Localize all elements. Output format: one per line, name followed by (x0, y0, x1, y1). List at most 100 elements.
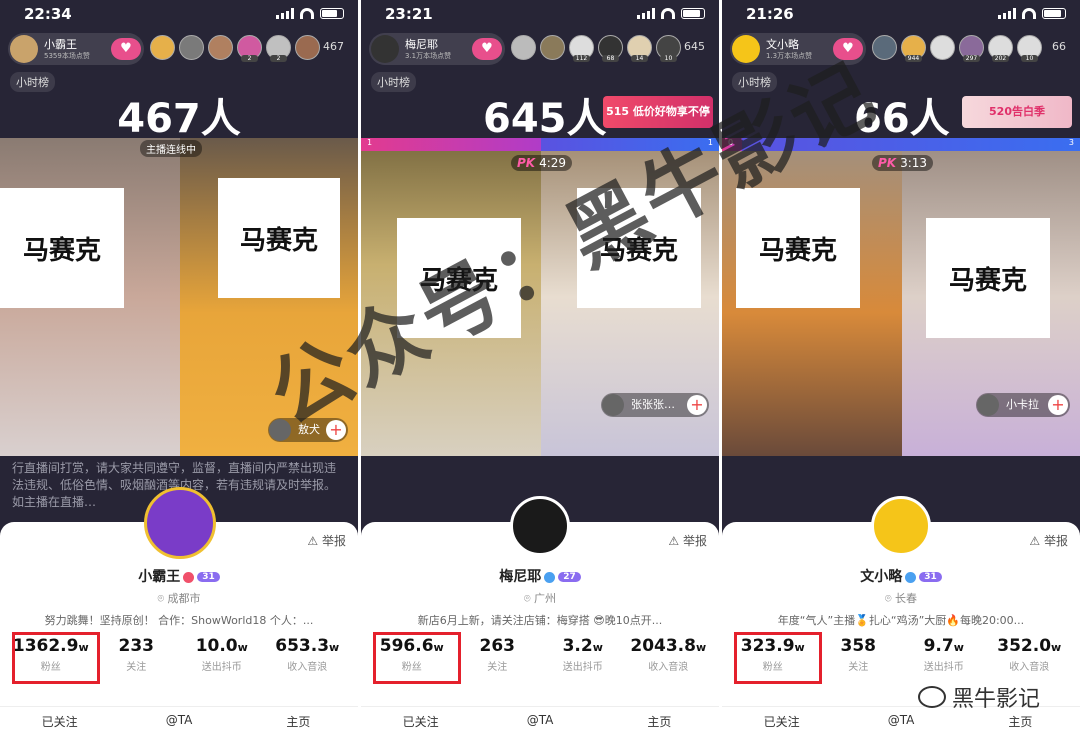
live-panel-2: 23:21 梅尼耶 3.1万本场点赞 ♥ 112 68 14 10 645 小时… (361, 0, 719, 747)
stat-following[interactable]: 233 关注 (94, 636, 180, 686)
follow-heart-icon[interactable]: ♥ (833, 38, 863, 60)
level-badge: 31 (919, 572, 942, 582)
viewer-count[interactable]: 66 (1052, 40, 1066, 53)
battery-icon (1042, 8, 1066, 19)
viewer-avatar[interactable]: 68 (598, 35, 623, 62)
guest-name: 小卡拉 (1006, 398, 1039, 411)
promo-banner[interactable]: 515 低价好物享不停 (603, 96, 713, 128)
viewer-avatar[interactable] (930, 35, 955, 60)
pk-score-bar: 03 (722, 138, 1080, 151)
viewer-avatar[interactable] (150, 35, 175, 60)
mosaic-block: 马赛克 (0, 188, 124, 308)
host-name: 小霸王 (44, 38, 77, 51)
pk-timer: PK 4:29 (511, 155, 573, 171)
host-name: 文小略 (766, 38, 799, 51)
viewer-avatar[interactable] (511, 35, 536, 60)
viewer-count[interactable]: 645 (684, 40, 705, 53)
profile-avatar[interactable] (144, 487, 216, 559)
viewer-avatar[interactable]: 2 (237, 35, 262, 62)
profile-bio: 新店6月上新，请关注店铺：梅穿搭 😎晚10点开... (417, 614, 663, 627)
mention-button[interactable]: @TA (119, 713, 238, 736)
wifi-icon (300, 8, 314, 19)
follow-heart-icon[interactable]: ♥ (472, 38, 502, 60)
viewer-avatar[interactable]: 10 (1017, 35, 1042, 62)
viewer-avatar[interactable]: 10 (656, 35, 681, 62)
profile-avatar[interactable] (871, 496, 931, 556)
mention-button[interactable]: @TA (841, 713, 960, 736)
pk-timer: PK 3:13 (872, 155, 934, 171)
stat-income[interactable]: 352.0w 收入音浪 (987, 636, 1073, 686)
viewer-avatar[interactable]: 202 (988, 35, 1013, 62)
viewer-avatar[interactable] (872, 35, 897, 60)
profile-name: 梅尼耶 27 (361, 566, 719, 586)
guest-tag[interactable]: 敖犬 + (268, 418, 348, 442)
mention-button[interactable]: @TA (480, 713, 599, 736)
viewer-avatar[interactable]: 112 (569, 35, 594, 62)
report-button[interactable]: ⚠ 举报 (307, 532, 346, 549)
followed-button[interactable]: 已关注 (722, 713, 841, 736)
profile-bio: 年度“气人”主播🏅扎心“鸡汤”大厨🔥每晚20:00... (777, 614, 1025, 627)
add-icon[interactable]: + (687, 395, 707, 415)
profile-name: 小霸王 31 (0, 566, 358, 586)
location: ⌾ 成都市 (157, 592, 201, 605)
viewer-count[interactable]: 467 (323, 40, 344, 53)
guest-avatar (977, 394, 999, 416)
promo-banner[interactable]: 520告白季 (962, 96, 1072, 128)
stat-coins-sent[interactable]: 3.2w 送出抖币 (540, 636, 626, 686)
host-avatar[interactable] (371, 35, 399, 63)
mosaic-block: 马赛克 (218, 178, 340, 298)
add-icon[interactable]: + (1048, 395, 1068, 415)
stat-following[interactable]: 358 关注 (816, 636, 902, 686)
host-info[interactable]: 小霸王 5359本场点赞 ♥ (8, 33, 144, 65)
host-avatar[interactable] (10, 35, 38, 63)
guest-tag[interactable]: 小卡拉 + (976, 393, 1070, 417)
profile-avatar[interactable] (510, 496, 570, 556)
stat-coins-sent[interactable]: 9.7w 送出抖币 (901, 636, 987, 686)
stat-coins-sent[interactable]: 10.0w 送出抖币 (179, 636, 265, 686)
pk-score-bar: 11 (361, 138, 719, 151)
host-likes: 3.1万本场点赞 (405, 52, 452, 60)
report-button[interactable]: ⚠ 举报 (1029, 532, 1068, 549)
viewer-avatar[interactable]: 2 (266, 35, 291, 62)
stat-income[interactable]: 2043.8w 收入音浪 (626, 636, 712, 686)
profile-bio: 努力跳舞！坚持原创！ 合作：ShowWorld18 个人：... (44, 614, 314, 627)
fans-highlight-box (734, 632, 822, 684)
signal-icon (637, 8, 655, 19)
level-badge: 27 (558, 572, 581, 582)
viewer-avatar[interactable] (295, 35, 320, 60)
viewer-avatar[interactable] (540, 35, 565, 60)
viewer-list[interactable]: 2 2 (150, 35, 320, 62)
viewer-avatar[interactable]: 944 (901, 35, 926, 62)
viewer-avatar[interactable]: 14 (627, 35, 652, 62)
wechat-icon (917, 686, 946, 708)
host-avatar[interactable] (732, 35, 760, 63)
report-button[interactable]: ⚠ 举报 (668, 532, 707, 549)
followed-button[interactable]: 已关注 (0, 713, 119, 736)
panel-divider (719, 0, 722, 747)
host-likes: 5359本场点赞 (44, 52, 90, 60)
viewer-avatar[interactable] (208, 35, 233, 60)
guest-tag[interactable]: 张张张… + (601, 393, 709, 417)
mosaic-block: 马赛克 (736, 188, 860, 308)
guest-avatar (269, 419, 291, 441)
viewer-avatar[interactable]: 297 (959, 35, 984, 62)
homepage-button[interactable]: 主页 (961, 713, 1080, 736)
host-info[interactable]: 梅尼耶 3.1万本场点赞 ♥ (369, 33, 505, 65)
stat-following[interactable]: 263 关注 (455, 636, 541, 686)
viewer-list[interactable]: 112 68 14 10 (511, 35, 681, 62)
link-status: 主播连线中 (140, 140, 202, 157)
viewer-list[interactable]: 944 297 202 10 (872, 35, 1042, 62)
add-icon[interactable]: + (326, 420, 346, 440)
status-bar: 21:26 (722, 0, 1080, 30)
profile-actions: 已关注 @TA 主页 (361, 706, 719, 736)
stat-income[interactable]: 653.3w 收入音浪 (265, 636, 351, 686)
host-info[interactable]: 文小略 1.3万本场点赞 ♥ (730, 33, 866, 65)
homepage-button[interactable]: 主页 (600, 713, 719, 736)
live-panel-1: 22:34 小霸王 5359本场点赞 ♥ 2 2 467 小时榜 467人 主播… (0, 0, 358, 747)
follow-heart-icon[interactable]: ♥ (111, 38, 141, 60)
wifi-icon (1022, 8, 1036, 19)
followed-button[interactable]: 已关注 (361, 713, 480, 736)
viewer-avatar[interactable] (179, 35, 204, 60)
homepage-button[interactable]: 主页 (239, 713, 358, 736)
live-panel-3: 21:26 文小略 1.3万本场点赞 ♥ 944 297 202 10 66 小… (722, 0, 1080, 747)
